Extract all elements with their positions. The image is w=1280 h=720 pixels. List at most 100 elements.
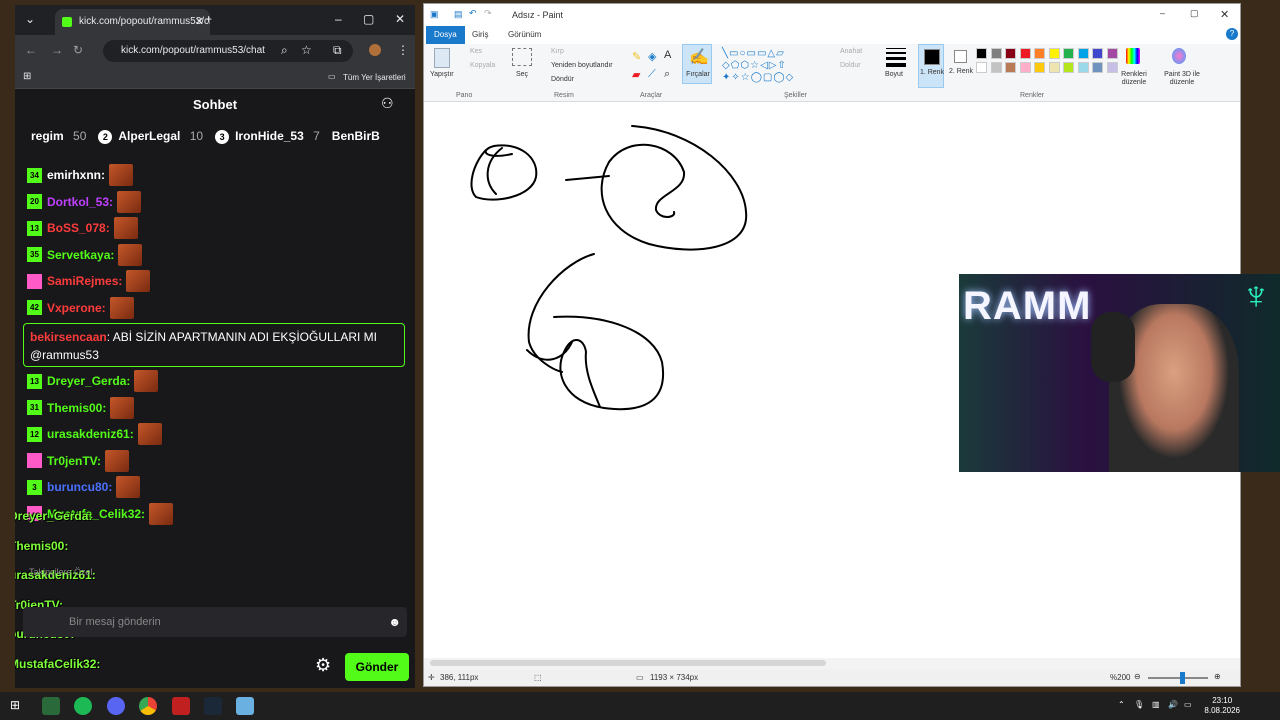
vpn-app-icon[interactable] <box>172 697 190 715</box>
leaderboard-entry[interactable]: regim 50 <box>31 129 92 143</box>
spotify-icon[interactable] <box>74 697 92 715</box>
color-swatch[interactable] <box>1005 48 1016 59</box>
paint3d-button[interactable]: Paint 3D ile düzenle <box>1154 71 1210 87</box>
color-swatch[interactable] <box>1019 62 1031 73</box>
message-user[interactable]: bekirsencaan <box>30 330 107 344</box>
zoom-slider-thumb[interactable] <box>1180 672 1185 684</box>
zoom-slider[interactable] <box>1148 677 1208 679</box>
windows-start-icon[interactable]: ⊞ <box>10 698 20 712</box>
color-swatch[interactable] <box>1005 62 1016 73</box>
color-swatch[interactable] <box>1034 62 1045 73</box>
color-swatch[interactable] <box>1077 62 1089 73</box>
message-user[interactable]: Dreyer_Gerda: <box>47 374 130 388</box>
send-button[interactable]: Gönder <box>345 653 409 681</box>
maximize-icon[interactable]: ▢ <box>1190 8 1199 19</box>
clipboard-icon[interactable] <box>434 48 450 68</box>
horizontal-scrollbar[interactable] <box>430 660 826 666</box>
message-user[interactable]: BoSS_078: <box>47 221 110 235</box>
discord-icon[interactable] <box>107 697 125 715</box>
tab-home[interactable]: Giriş <box>464 26 496 44</box>
message-user[interactable]: emirhxnn: <box>47 168 105 182</box>
outline-button[interactable]: Anahat <box>840 48 862 55</box>
leaderboard-entry[interactable]: BenBirB <box>332 129 386 143</box>
taskbar-app-icon[interactable] <box>42 697 60 715</box>
reload-icon[interactable]: ↻ <box>73 43 83 57</box>
new-tab-icon[interactable]: + <box>205 12 212 26</box>
profile-avatar[interactable] <box>369 44 381 56</box>
tab-view[interactable]: Görünüm <box>500 26 549 44</box>
apps-grid-icon[interactable]: ⊞ <box>23 71 31 82</box>
color1-button[interactable]: 1. Renk <box>918 44 944 88</box>
color-swatch[interactable] <box>1019 48 1031 59</box>
select-button[interactable]: Seç <box>516 71 528 78</box>
color-swatch[interactable] <box>1077 48 1089 59</box>
leaderboard-entry[interactable]: 3 IronHide_53 7 <box>215 129 326 144</box>
all-bookmarks-link[interactable]: Tüm Yer İşaretleri <box>343 73 406 82</box>
fill-bucket-icon[interactable]: ◈ <box>648 50 656 63</box>
resize-button[interactable]: Yeniden boyutlandır <box>551 62 613 69</box>
volume-icon[interactable]: 🔊 <box>1168 700 1178 709</box>
color-picker-icon[interactable]: ⟋ <box>648 68 656 81</box>
message-user[interactable]: Dortkol_53: <box>47 195 113 209</box>
battery-icon[interactable]: ▭ <box>1184 700 1192 709</box>
menu-kebab-icon[interactable]: ⋮ <box>397 43 409 57</box>
color-swatch[interactable] <box>1106 48 1118 59</box>
network-icon[interactable]: ▥ <box>1152 700 1160 709</box>
color-swatch[interactable] <box>1092 62 1103 73</box>
shapes-gallery[interactable]: ╲▭○▭▭△▱ ◇⬠⬡☆◁▷⇧ ✦✧☆◯▢◯◇ <box>722 48 818 86</box>
message-user[interactable]: buruncu80: <box>47 480 112 494</box>
paste-button[interactable]: Yapıştır <box>430 71 454 78</box>
tray-chevron-icon[interactable]: ⌃ <box>1118 700 1125 709</box>
message-user[interactable]: SamiRejmes: <box>47 274 122 288</box>
forward-icon[interactable]: → <box>51 43 63 57</box>
chat-input[interactable]: Bir mesaj gönderin ☻ <box>23 607 407 637</box>
zoom-in-icon[interactable]: ⊕ <box>1214 672 1221 681</box>
message-user[interactable]: Themis00: <box>47 401 106 415</box>
close-tab-icon[interactable]: ✕ <box>195 9 204 35</box>
color-swatch[interactable] <box>990 62 1002 73</box>
edit-colors-button[interactable]: Renkleri düzenle <box>1120 71 1148 87</box>
address-bar[interactable]: kick.com/popout/rammus53/chat <box>103 40 353 62</box>
color2-button[interactable]: 2. Renk <box>948 44 974 88</box>
message-user[interactable]: Vxperone: <box>47 301 106 315</box>
color-swatch[interactable] <box>976 62 987 73</box>
brushes-button[interactable]: ✍ Fırçalar <box>682 44 712 84</box>
color-swatch[interactable] <box>1048 62 1060 73</box>
color-swatch[interactable] <box>1048 48 1060 59</box>
size-icon[interactable] <box>886 48 906 68</box>
message-user[interactable]: Servetkaya: <box>47 248 114 262</box>
color-swatch[interactable] <box>976 48 987 59</box>
leaderboard-entry[interactable]: 2 AlperLegal 10 <box>98 129 209 144</box>
color-swatch[interactable] <box>1106 62 1118 73</box>
users-icon[interactable]: ⚇ <box>381 95 394 112</box>
text-tool-icon[interactable]: A <box>664 49 671 61</box>
select-icon[interactable] <box>512 48 532 66</box>
emoji-icon[interactable]: ☻ <box>388 607 401 637</box>
cut-button[interactable]: Kes <box>470 48 482 55</box>
chrome-icon[interactable] <box>139 697 157 715</box>
copy-button[interactable]: Kopyala <box>470 62 495 69</box>
zoom-out-icon[interactable]: ⊖ <box>1134 672 1141 681</box>
redo-icon[interactable]: ↷ <box>484 8 492 19</box>
clock[interactable]: 23:10 8.08.2026 <box>1204 696 1240 716</box>
mic-icon[interactable]: 🎙 <box>1134 700 1144 709</box>
steam-icon[interactable] <box>204 697 222 715</box>
paint-taskbar-icon[interactable] <box>236 697 254 715</box>
color-swatch[interactable] <box>1063 62 1074 73</box>
color-swatch[interactable] <box>1092 48 1103 59</box>
minimize-icon[interactable]: – <box>1160 8 1165 18</box>
message-user[interactable]: urasakdeniz61: <box>47 427 134 441</box>
browser-tab[interactable]: kick.com/popout/rammus53/ch ✕ <box>55 9 210 35</box>
color-swatch[interactable] <box>1034 48 1045 59</box>
pencil-icon[interactable]: ✎ <box>632 50 641 63</box>
extensions-icon[interactable]: ⧉ <box>333 43 342 58</box>
fill-button[interactable]: Doldur <box>840 62 861 69</box>
save-icon[interactable]: ▤ <box>454 9 463 20</box>
rotate-button[interactable]: Döndür <box>551 76 574 83</box>
help-icon[interactable]: ? <box>1226 28 1238 40</box>
minimize-icon[interactable]: – <box>335 12 342 26</box>
mention[interactable]: @rammus53 <box>30 348 99 362</box>
tab-menu-icon[interactable]: ⌄ <box>25 12 35 26</box>
back-icon[interactable]: ← <box>25 43 37 57</box>
maximize-icon[interactable]: ▢ <box>363 12 374 26</box>
